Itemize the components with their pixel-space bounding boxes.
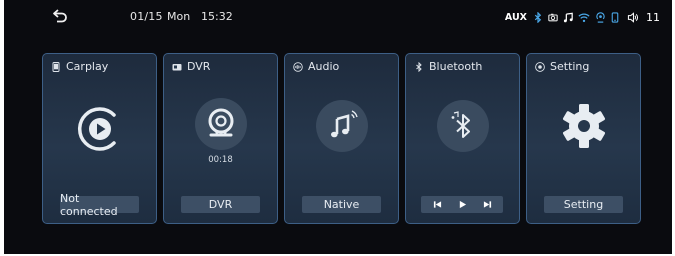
hotspot-icon — [596, 11, 605, 23]
bluetooth-icon — [534, 11, 542, 23]
phone-icon — [52, 61, 60, 72]
carplay-play-icon — [77, 107, 116, 151]
day-text: Mon — [167, 10, 191, 23]
carplay-card[interactable]: Carplay Not connected — [42, 53, 157, 224]
back-arrow-icon[interactable] — [52, 9, 68, 23]
volume-level: 11 — [646, 10, 660, 24]
play-icon[interactable] — [458, 200, 467, 209]
bluetooth-music-icon — [436, 100, 489, 152]
playback-controls — [421, 196, 503, 213]
head-unit-screen: 01/15 Mon 15:32 AUX 11 Carplay Not conne… — [4, 0, 672, 254]
dvr-card[interactable]: DVR 00:18 DVR — [163, 53, 278, 224]
volume-icon — [627, 11, 639, 23]
webcam-icon — [194, 98, 247, 150]
card-title: Bluetooth — [429, 60, 483, 73]
clock-text: 15:32 — [201, 10, 233, 23]
card-header: Setting — [535, 60, 589, 73]
video-camera-icon — [172, 63, 182, 70]
dvr-label: DVR — [181, 196, 260, 213]
audio-source-label: Native — [302, 196, 381, 213]
setting-label: Setting — [544, 196, 623, 213]
card-header: Carplay — [51, 60, 108, 73]
card-header: Audio — [293, 60, 339, 73]
phone-icon — [611, 11, 619, 23]
next-track-icon[interactable] — [483, 200, 492, 209]
dvr-recording-time: 00:18 — [208, 155, 233, 165]
camera-icon — [548, 13, 558, 21]
card-title: Audio — [308, 60, 340, 73]
carplay-status-label: Not connected — [60, 192, 139, 218]
status-bar: 01/15 Mon 15:32 AUX 11 — [4, 0, 672, 32]
gear-icon — [562, 104, 605, 148]
card-title: DVR — [187, 60, 211, 73]
status-icons: AUX 11 — [505, 10, 660, 24]
card-title: Carplay — [66, 60, 109, 73]
bluetooth-icon — [416, 61, 422, 72]
music-note-icon — [315, 100, 368, 152]
audio-wave-icon — [293, 61, 303, 72]
date-text: 01/15 — [130, 10, 163, 23]
setting-card[interactable]: Setting Setting — [526, 53, 641, 224]
card-header: Bluetooth — [414, 60, 482, 73]
audio-card[interactable]: Audio Native — [284, 53, 399, 224]
previous-track-icon[interactable] — [433, 200, 442, 209]
card-header: DVR — [172, 60, 210, 73]
wifi-icon — [578, 12, 590, 22]
source-badge: AUX — [504, 11, 527, 23]
music-icon — [563, 12, 573, 22]
settings-icon — [535, 61, 545, 72]
card-title: Setting — [550, 60, 590, 73]
bluetooth-card[interactable]: Bluetooth — [405, 53, 520, 224]
